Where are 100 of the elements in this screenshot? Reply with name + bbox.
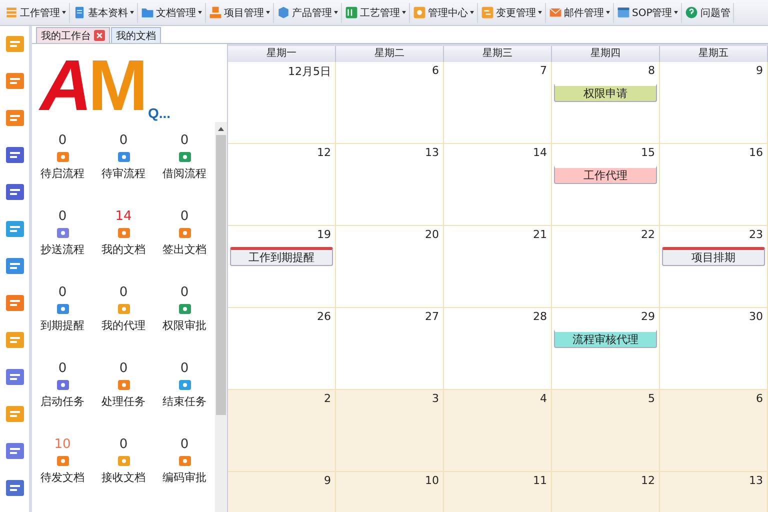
caret-icon (470, 11, 474, 14)
tile[interactable]: 0 权限审批 (154, 286, 215, 362)
tile[interactable]: 0 签出文档 (154, 210, 215, 286)
day-cell[interactable]: 12月5日 (228, 62, 336, 144)
module-icon[interactable] (4, 367, 24, 387)
menu-item[interactable]: 项目管理 (206, 2, 274, 22)
calendar-event[interactable]: 权限申请 (554, 83, 657, 102)
module-icon[interactable] (4, 256, 24, 276)
module-icon[interactable] (4, 441, 24, 461)
tile-icon (118, 303, 130, 315)
calendar-event[interactable]: 工作到期提醒 (230, 247, 333, 266)
mail-icon (549, 6, 562, 19)
tile[interactable]: 0 到期提醒 (32, 286, 93, 362)
tile[interactable]: 0 编码审批 (154, 438, 215, 512)
menu-item[interactable]: 文档管理 (138, 2, 206, 22)
day-cell[interactable]: 21 (444, 226, 552, 308)
day-cell[interactable]: 20 (336, 226, 444, 308)
day-cell[interactable]: 26 (228, 308, 336, 390)
tile[interactable]: 0 结束任务 (154, 362, 215, 438)
menu-item[interactable]: 变更管理 (478, 2, 546, 22)
tile[interactable]: 0 待启流程 (32, 134, 93, 210)
day-cell[interactable]: 28 (444, 308, 552, 390)
tile-icon (56, 227, 68, 239)
menu-item[interactable]: 管理中心 (410, 2, 478, 22)
calendar-event[interactable]: 流程审核代理 (554, 329, 657, 348)
day-number: 6 (756, 392, 764, 405)
module-icon[interactable] (4, 293, 24, 313)
tab[interactable]: 我的工作台 (36, 27, 110, 43)
tile[interactable]: 14 我的文档 (93, 210, 154, 286)
menu-item[interactable]: 产品管理 (274, 2, 342, 22)
tile[interactable]: 0 接收文档 (93, 438, 154, 512)
menu-item[interactable]: 邮件管理 (546, 2, 614, 22)
tile[interactable]: 0 我的代理 (93, 286, 154, 362)
tile[interactable]: 0 待审流程 (93, 134, 154, 210)
day-cell[interactable]: 12 (552, 472, 660, 512)
day-number: 11 (533, 474, 548, 487)
day-cell[interactable]: 6 (336, 62, 444, 144)
day-number: 12 (641, 474, 656, 487)
menu-item[interactable]: 工艺管理 (342, 2, 410, 22)
tab[interactable]: 我的文档 (111, 27, 161, 43)
day-cell[interactable]: 14 (444, 144, 552, 226)
tile-icon (56, 151, 68, 163)
tile[interactable]: 0 启动任务 (32, 362, 93, 438)
close-icon[interactable] (94, 30, 105, 41)
day-cell[interactable]: 2 (228, 390, 336, 472)
day-cell[interactable]: 16 (660, 144, 768, 226)
day-cell[interactable]: 9 (228, 472, 336, 512)
day-number: 3 (432, 392, 440, 405)
day-cell[interactable]: 8 权限申请 (552, 62, 660, 144)
folder-icon (141, 6, 154, 19)
logo: AM Q... (38, 45, 172, 122)
calendar-event[interactable]: 项目排期 (662, 247, 765, 266)
day-cell[interactable]: 12 (228, 144, 336, 226)
day-cell[interactable]: 15 工作代理 (552, 144, 660, 226)
tile-icon (118, 151, 130, 163)
scroll-thumb[interactable] (216, 135, 226, 415)
tab-label[interactable]: 我的工作台 (41, 28, 91, 42)
day-number: 23 (749, 228, 764, 241)
menu-item[interactable]: 基本资料 (70, 2, 138, 22)
menu-item[interactable]: SOP管理 (614, 2, 682, 22)
day-cell[interactable]: 13 (660, 472, 768, 512)
day-cell[interactable]: 9 (660, 62, 768, 144)
module-icon[interactable] (4, 71, 24, 91)
day-number: 13 (425, 146, 440, 159)
menu-item[interactable]: 工作管理 (2, 2, 70, 22)
day-cell[interactable]: 3 (336, 390, 444, 472)
day-cell[interactable]: 27 (336, 308, 444, 390)
menu-item[interactable]: 问题管 (682, 2, 734, 22)
day-number: 5 (648, 392, 656, 405)
tile-icon (178, 379, 190, 391)
module-icon[interactable] (4, 108, 24, 128)
scrollbar[interactable] (215, 122, 227, 512)
day-cell[interactable]: 6 (660, 390, 768, 472)
tab-label[interactable]: 我的文档 (116, 28, 156, 42)
day-cell[interactable]: 10 (336, 472, 444, 512)
day-number: 29 (641, 310, 656, 323)
calendar-event[interactable]: 工作代理 (554, 165, 657, 184)
day-cell[interactable]: 22 (552, 226, 660, 308)
tile[interactable]: 0 借阅流程 (154, 134, 215, 210)
day-cell[interactable]: 4 (444, 390, 552, 472)
tile[interactable]: 0 抄送流程 (32, 210, 93, 286)
gear-icon (413, 6, 426, 19)
day-cell[interactable]: 30 (660, 308, 768, 390)
tile[interactable]: 0 处理任务 (93, 362, 154, 438)
tile-icon (118, 379, 130, 391)
day-cell[interactable]: 13 (336, 144, 444, 226)
module-icon[interactable] (4, 145, 24, 165)
day-cell[interactable]: 19 工作到期提醒 (228, 226, 336, 308)
day-cell[interactable]: 23 项目排期 (660, 226, 768, 308)
day-cell[interactable]: 7 (444, 62, 552, 144)
day-number: 4 (540, 392, 548, 405)
day-cell[interactable]: 29 流程审核代理 (552, 308, 660, 390)
day-cell[interactable]: 5 (552, 390, 660, 472)
tile-icon (178, 151, 190, 163)
module-icon[interactable] (4, 478, 24, 498)
day-cell[interactable]: 11 (444, 472, 552, 512)
scroll-up-icon[interactable] (218, 127, 224, 131)
module-icon[interactable] (4, 182, 24, 202)
module-icon[interactable] (4, 219, 24, 239)
tile[interactable]: 10 待发文档 (32, 438, 93, 512)
